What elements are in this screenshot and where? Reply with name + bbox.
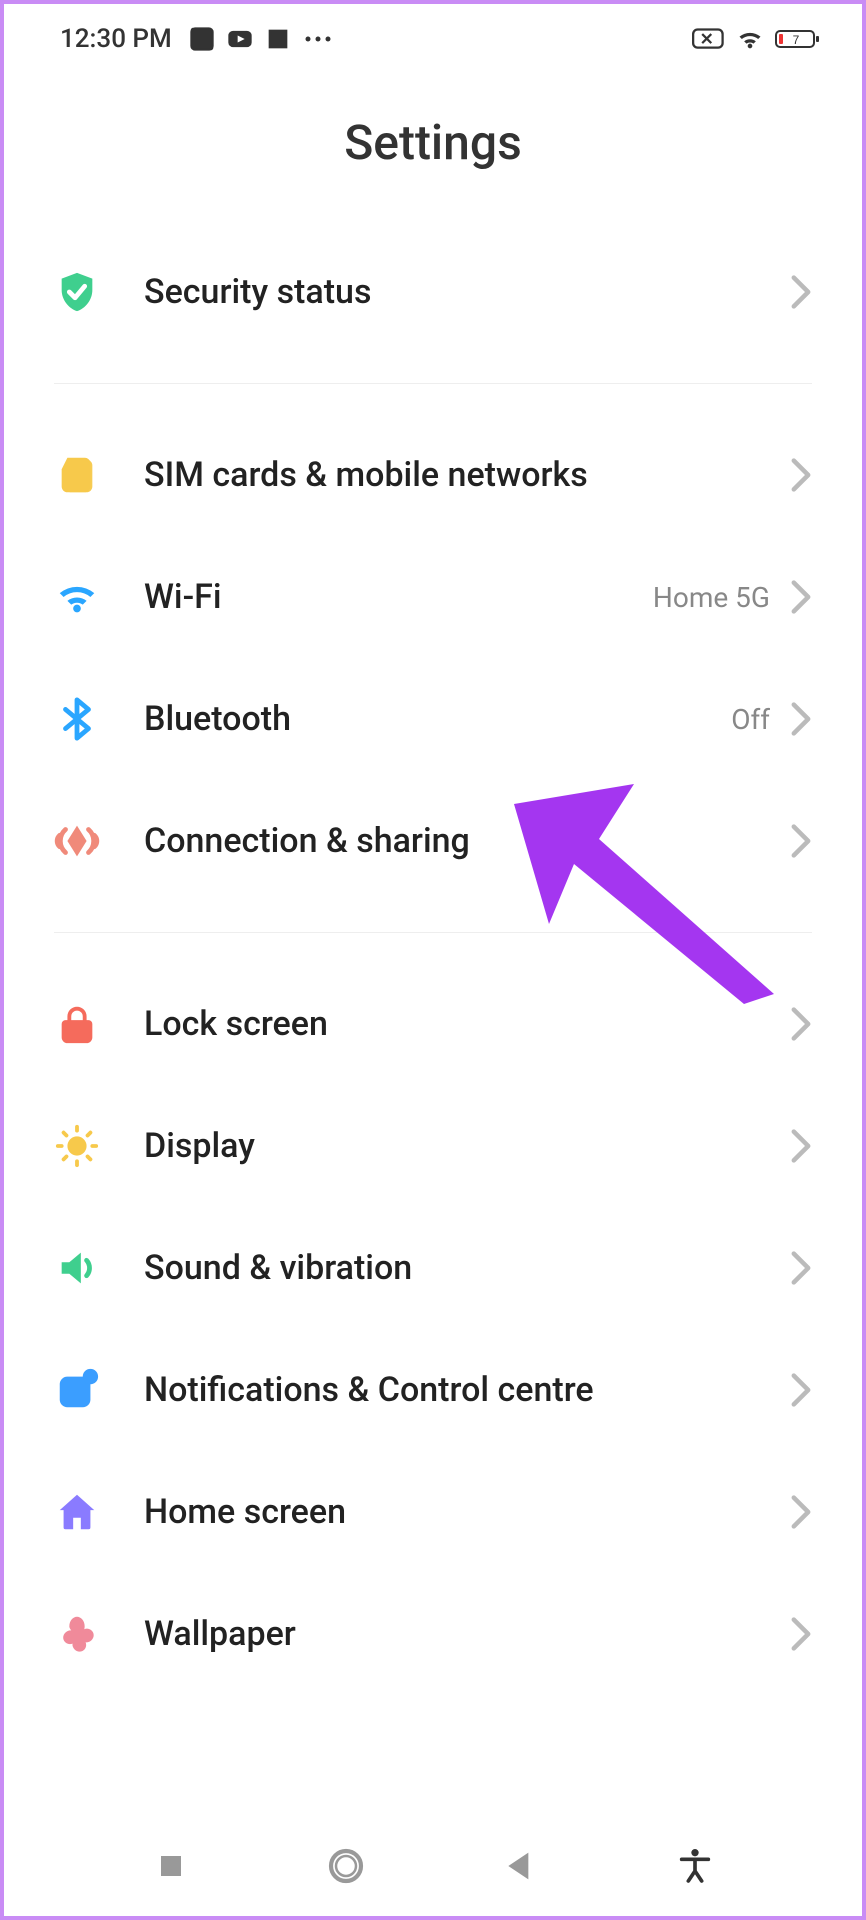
chevron-right-icon [790,1128,812,1164]
chevron-right-icon [790,1372,812,1408]
row-label: SIM cards & mobile networks [144,455,790,495]
row-label: Security status [144,272,790,312]
wifi-icon [736,25,764,53]
youtube-icon [226,25,254,53]
chevron-right-icon [790,1616,812,1652]
chevron-right-icon [790,274,812,310]
sim-card-icon [54,452,144,498]
row-bluetooth[interactable]: Bluetooth Off [54,658,812,780]
section-divider [54,383,812,384]
connection-sharing-icon [54,818,144,864]
bluetooth-icon [54,696,144,742]
settings-list: Security status SIM cards & mobile netwo… [4,231,862,1695]
sync-off-icon [188,25,216,53]
page-title: Settings [4,74,862,231]
notifications-icon [54,1367,144,1413]
row-label: Wallpaper [144,1614,790,1654]
no-sim-icon [692,25,726,53]
nav-recents-button[interactable] [147,1842,195,1890]
battery-level-text: 7 [793,33,800,47]
section-divider [54,932,812,933]
status-left: 12:30 PM [60,24,334,54]
app-square-icon [264,25,292,53]
status-right: 7 [692,25,822,53]
wifi-icon [54,574,144,620]
row-value: Home 5G [653,581,770,614]
clock: 12:30 PM [60,24,172,54]
row-connection-sharing[interactable]: Connection & sharing [54,780,812,902]
row-label: Home screen [144,1492,790,1532]
row-label: Connection & sharing [144,821,790,861]
row-wifi[interactable]: Wi-Fi Home 5G [54,536,812,658]
chevron-right-icon [790,701,812,737]
row-security-status[interactable]: Security status [54,231,812,353]
shield-check-icon [54,269,144,315]
row-label: Lock screen [144,1004,790,1044]
brightness-icon [54,1123,144,1169]
row-notifications[interactable]: Notifications & Control centre [54,1329,812,1451]
chevron-right-icon [790,1006,812,1042]
home-icon [54,1489,144,1535]
more-dots-icon [302,25,334,53]
row-label: Wi-Fi [144,577,653,617]
row-value: Off [731,703,770,736]
battery-icon: 7 [774,25,822,53]
nav-bar [4,1826,862,1906]
row-label: Display [144,1126,790,1166]
lock-icon [54,1001,144,1047]
row-sound-vibration[interactable]: Sound & vibration [54,1207,812,1329]
row-label: Bluetooth [144,699,731,739]
nav-back-button[interactable] [496,1842,544,1890]
chevron-right-icon [790,1250,812,1286]
chevron-right-icon [790,457,812,493]
status-bar: 12:30 PM 7 [4,4,862,74]
row-home-screen[interactable]: Home screen [54,1451,812,1573]
row-label: Sound & vibration [144,1248,790,1288]
row-wallpaper[interactable]: Wallpaper [54,1573,812,1695]
device-frame: 12:30 PM 7 Setti [0,0,866,1920]
nav-home-button[interactable] [322,1842,370,1890]
row-sim-cards[interactable]: SIM cards & mobile networks [54,414,812,536]
row-lock-screen[interactable]: Lock screen [54,963,812,1085]
nav-accessibility-button[interactable] [671,1842,719,1890]
row-label: Notifications & Control centre [144,1370,790,1410]
wallpaper-flower-icon [54,1611,144,1657]
chevron-right-icon [790,823,812,859]
chevron-right-icon [790,579,812,615]
row-display[interactable]: Display [54,1085,812,1207]
chevron-right-icon [790,1494,812,1530]
sound-icon [54,1245,144,1291]
